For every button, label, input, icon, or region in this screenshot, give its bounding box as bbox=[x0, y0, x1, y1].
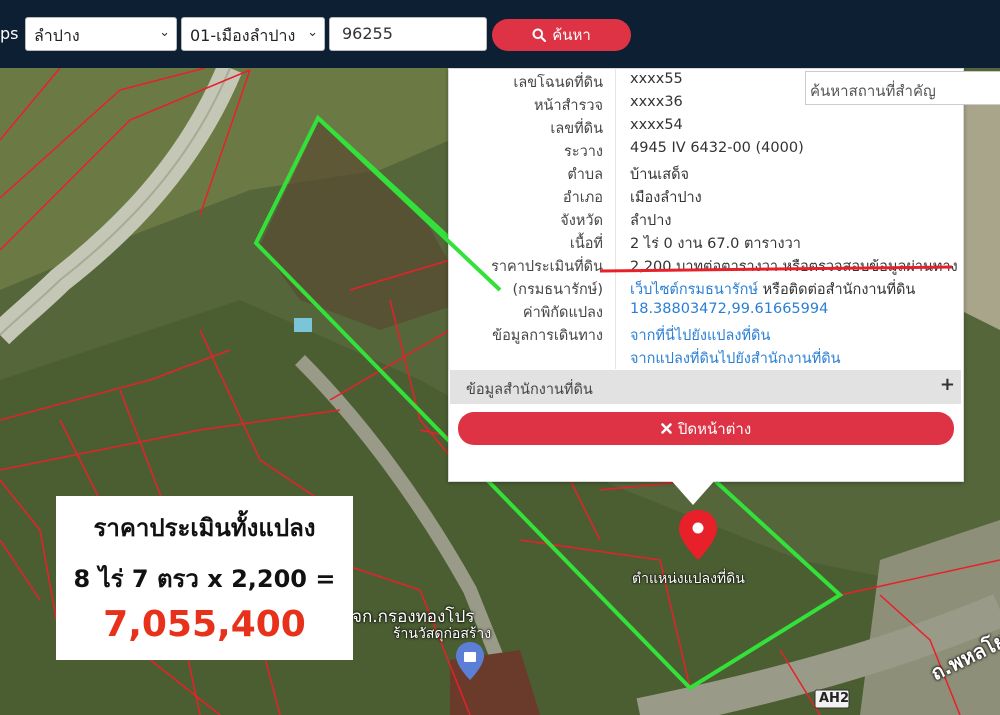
shop-category-label: ร้านวัสดุก่อสร้าง bbox=[393, 626, 492, 642]
directions-to-parcel-link[interactable]: จากที่นี่ไปยังแปลงที่ดิน bbox=[630, 324, 770, 347]
annotation-title: ราคาประเมินทั้งแปลง bbox=[93, 514, 316, 542]
info-row-coordinates: ค่าพิกัดแปลง 18.38803472,99.61665994 bbox=[522, 301, 829, 321]
annotation-formula: 8 ไร่ 7 ตรว x 2,200 = bbox=[73, 565, 336, 593]
province-select[interactable]: ลำปาง ⌄ bbox=[25, 17, 177, 51]
search-button[interactable]: ค้นหา bbox=[492, 19, 631, 51]
chevron-down-icon: ⌄ bbox=[159, 25, 170, 40]
price-annotation-card: ราคาประเมินทั้งแปลง 8 ไร่ 7 ตรว x 2,200 … bbox=[56, 496, 353, 660]
close-icon bbox=[661, 423, 672, 434]
treasury-website-link[interactable]: เว็บไซต์กรมธนารักษ์ bbox=[630, 282, 758, 298]
info-row-land-number: เลขที่ดิน xxxx54 bbox=[550, 117, 683, 137]
district-select[interactable]: 01-เมืองลำปาง ⌄ bbox=[181, 17, 325, 51]
toolbar-prefix-text: ps bbox=[0, 24, 19, 43]
chevron-down-icon: ⌄ bbox=[307, 25, 318, 40]
parcel-info-popup: เลขโฉนดที่ดิน xxxx55 หน้าสำรวจ xxxx36 เล… bbox=[448, 68, 964, 482]
search-icon bbox=[532, 28, 547, 42]
place-search-input[interactable]: ค้นหาสถานที่สำคัญ bbox=[805, 71, 1000, 105]
info-row-district: อำเภอ เมืองลำปาง bbox=[562, 190, 702, 206]
close-popup-button[interactable]: ปิดหน้าต่าง bbox=[458, 412, 954, 445]
plus-icon: + bbox=[939, 374, 955, 395]
contact-land-office-text: หรือติดต่อสำนักงานที่ดิน bbox=[762, 282, 916, 298]
info-row-treasury: (กรมธนารักษ์) เว็บไซต์กรมธนารักษ์ หรือติ… bbox=[512, 282, 916, 298]
info-row-map-sheet: ระวาง 4945 IV 6432-00 (4000) bbox=[564, 140, 804, 160]
parcel-marker-label: ตำแหน่งแปลงที่ดิน bbox=[632, 571, 745, 587]
land-office-section-toggle[interactable]: ข้อมูลสำนักงานที่ดิน + bbox=[450, 370, 961, 404]
info-row-subdistrict: ตำบล บ้านเสด็จ bbox=[567, 167, 689, 183]
popup-pointer bbox=[670, 479, 716, 505]
parcel-number-input[interactable]: 96255 bbox=[329, 17, 487, 51]
info-row-travel: ข้อมูลการเดินทาง จากที่นี่ไปยังแปลงที่ดิ… bbox=[449, 324, 963, 347]
annotation-total: 7,055,400 bbox=[103, 604, 306, 645]
info-row-travel-office: จากแปลงที่ดินไปยังสำนักงานที่ดิน bbox=[449, 347, 963, 370]
info-row-appraised-price: ราคาประเมินที่ดิน 2,200 บาทต่อตารางวา หร… bbox=[491, 259, 958, 275]
info-row-area: เนื้อที่ 2 ไร่ 0 งาน 67.0 ตารางวา bbox=[569, 236, 801, 252]
road-sign-label: AH2 bbox=[819, 691, 849, 706]
search-toolbar: ps ลำปาง ⌄ 01-เมืองลำปาง ⌄ 96255 ค้นหา bbox=[0, 0, 1000, 68]
directions-to-office-link[interactable]: จากแปลงที่ดินไปยังสำนักงานที่ดิน bbox=[630, 347, 841, 370]
coordinates-link[interactable]: 18.38803472,99.61665994 bbox=[630, 301, 828, 317]
info-row-province: จังหวัด ลำปาง bbox=[560, 213, 672, 229]
